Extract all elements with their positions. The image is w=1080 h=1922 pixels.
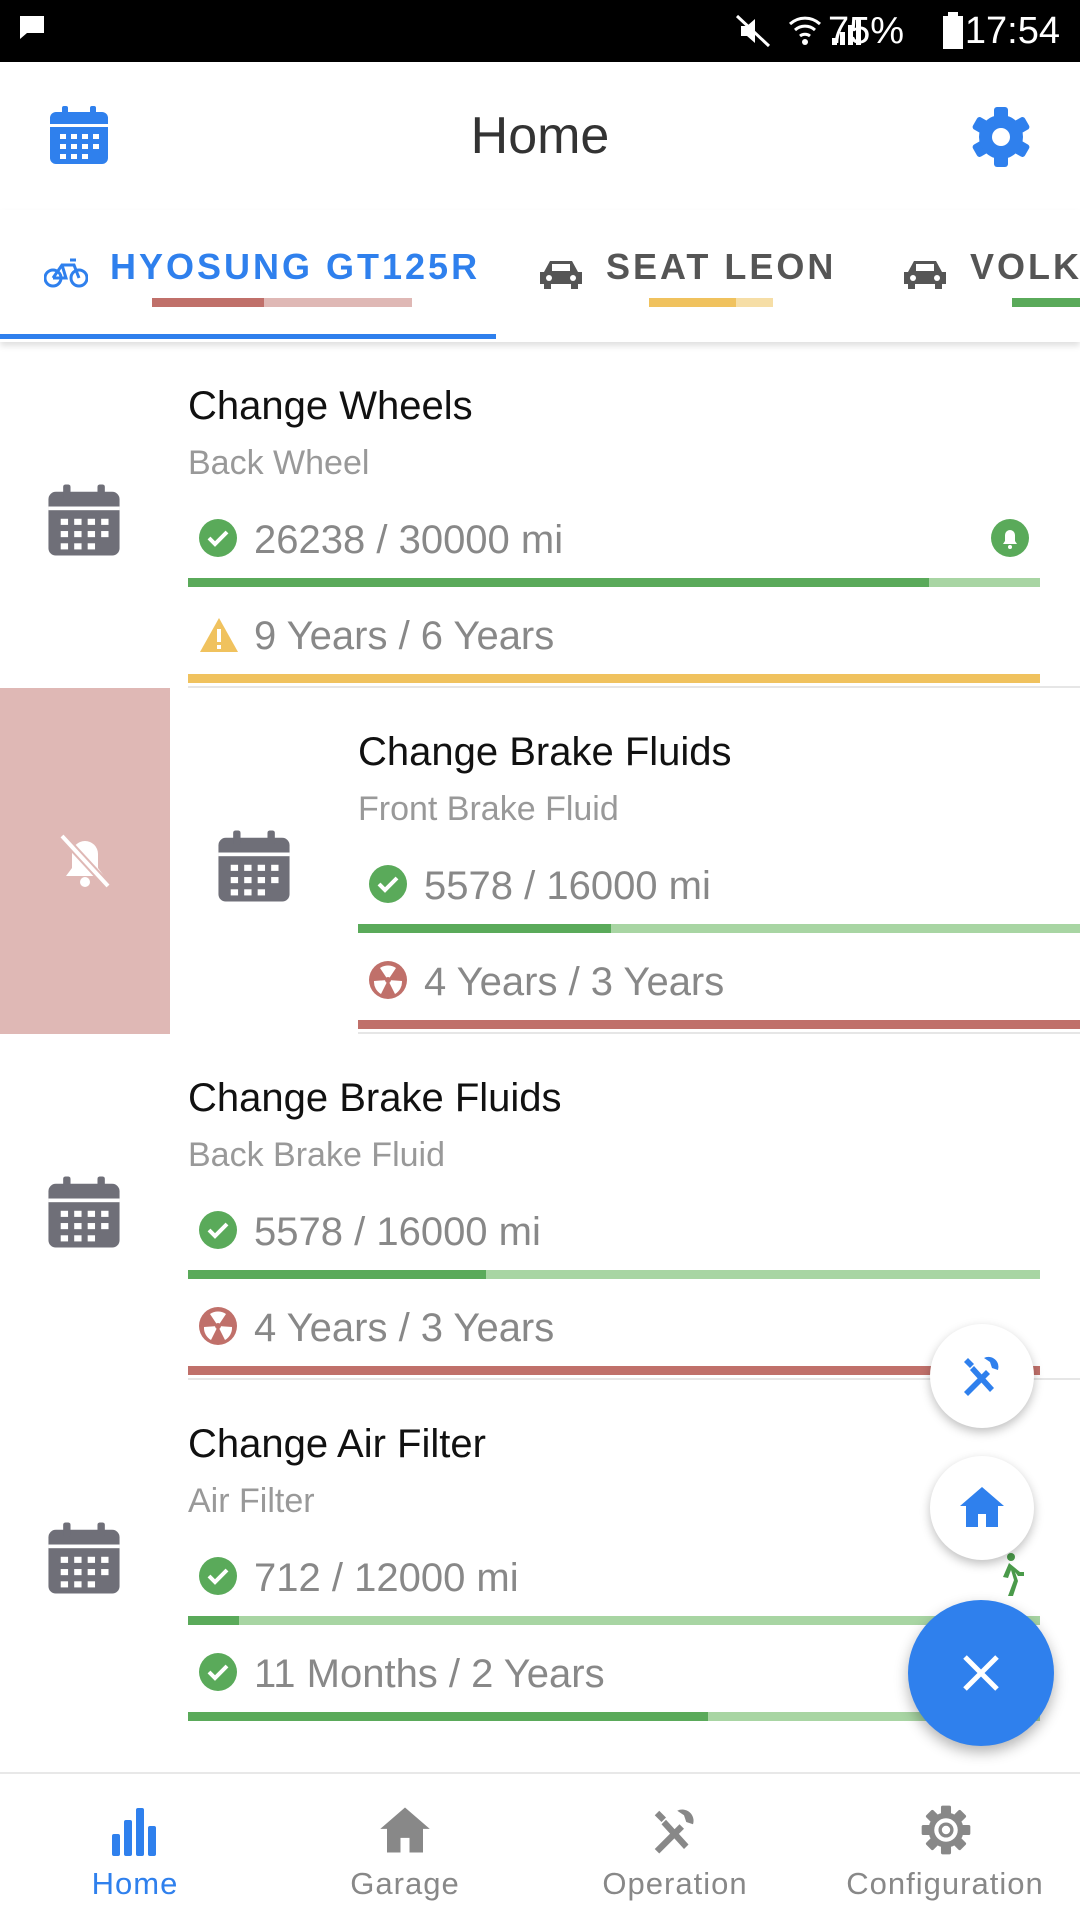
tab-label: HYOSUNG GT125R: [110, 246, 481, 287]
list-item[interactable]: Change Wheels Back Wheel 26238 / 30000 m…: [0, 342, 1080, 688]
nav-label: Operation: [602, 1866, 748, 1901]
nav-operation[interactable]: Operation: [540, 1774, 810, 1922]
time-progress-fill: [358, 1020, 1080, 1029]
check-circle-icon: [199, 1557, 237, 1595]
vehicle-tabs: HYOSUNG GT125R SEAT LEON VOLKS: [0, 210, 1080, 342]
app-header: Home: [0, 62, 1080, 210]
time-text: 11 Months / 2 Years: [254, 1652, 605, 1696]
gear-icon: [921, 1805, 971, 1855]
close-icon: [963, 1655, 999, 1691]
tab-hyosung[interactable]: HYOSUNG GT125R: [0, 210, 496, 342]
item-subtitle: Back Wheel: [188, 444, 370, 482]
bar-chart-icon: [112, 1808, 156, 1856]
car-icon: [904, 261, 946, 289]
clock: 17:54: [964, 10, 1060, 52]
mute-icon: [735, 14, 771, 48]
distance-progress-bar: [188, 1616, 1040, 1625]
nav-label: Garage: [350, 1866, 460, 1901]
tab-volks[interactable]: VOLKS: [856, 210, 1080, 342]
close-fab[interactable]: [908, 1600, 1054, 1746]
distance-progress-fill: [188, 1270, 487, 1279]
operation-fab[interactable]: [930, 1324, 1034, 1428]
wifi-icon: [788, 16, 822, 45]
list-item[interactable]: Change Brake Fluids Front Brake Fluid 55…: [170, 688, 1080, 1034]
distance-progress-fill: [188, 578, 930, 587]
list-item[interactable]: Change Brake Fluids Back Brake Fluid 557…: [0, 1034, 1080, 1380]
time-progress-bar: [188, 1712, 1040, 1721]
item-title: Change Wheels: [188, 384, 473, 428]
calendar-icon: [48, 484, 120, 556]
distance-text: 26238 / 30000 mi: [254, 518, 564, 562]
calendar-icon: [48, 1522, 120, 1594]
check-circle-icon: [199, 1211, 237, 1249]
bottom-navigation: Home Garage Operation Configuration: [0, 1772, 1080, 1922]
time-progress-bar: [358, 1020, 1080, 1029]
check-circle-icon: [199, 519, 237, 557]
item-title: Change Air Filter: [188, 1422, 486, 1466]
tools-icon: [654, 1809, 694, 1854]
time-text: 4 Years / 3 Years: [424, 960, 725, 1004]
battery-percent: 75%: [827, 10, 904, 52]
distance-progress-bar: [188, 578, 1040, 587]
time-text: 4 Years / 3 Years: [254, 1306, 555, 1350]
nav-garage[interactable]: Garage: [270, 1774, 540, 1922]
page-title: Home: [470, 107, 610, 165]
settings-gear-icon[interactable]: [970, 106, 1032, 168]
distance-progress-bar: [358, 924, 1080, 933]
garage-fab[interactable]: [930, 1456, 1034, 1560]
calendar-icon: [48, 1176, 120, 1248]
time-progress-bar: [188, 674, 1040, 683]
distance-progress-fill: [188, 1616, 240, 1625]
time-progress-fill: [188, 674, 1040, 683]
message-icon: [20, 16, 44, 39]
distance-progress-fill: [358, 924, 611, 933]
tab-indicator: [0, 334, 496, 339]
item-subtitle: Back Brake Fluid: [188, 1136, 445, 1174]
nav-configuration[interactable]: Configuration: [810, 1774, 1080, 1922]
distance-text: 712 / 12000 mi: [254, 1556, 519, 1600]
tab-seat-leon[interactable]: SEAT LEON: [496, 210, 856, 342]
bell-off-icon: [59, 833, 111, 889]
swipe-action-mute[interactable]: [0, 688, 170, 1034]
battery-icon: [943, 12, 963, 49]
tab-status-bar: [649, 298, 773, 307]
item-subtitle: Air Filter: [188, 1482, 315, 1520]
check-circle-icon: [199, 1653, 237, 1691]
walking-icon: [1003, 1553, 1024, 1596]
nav-home[interactable]: Home: [0, 1774, 270, 1922]
tab-label: VOLKS: [970, 246, 1080, 287]
warning-icon: [200, 618, 238, 652]
time-progress-bar: [188, 1366, 1040, 1375]
calendar-icon: [218, 830, 290, 902]
hazard-icon: [369, 961, 407, 999]
distance-progress-bar: [188, 1270, 1040, 1279]
bicycle-icon: [44, 258, 88, 288]
nav-label: Configuration: [846, 1866, 1044, 1901]
bell-icon[interactable]: [990, 518, 1030, 558]
car-icon: [540, 261, 582, 289]
time-progress-fill: [188, 1712, 708, 1721]
time-text: 9 Years / 6 Years: [254, 614, 555, 658]
tab-label: SEAT LEON: [606, 246, 837, 287]
nav-label: Home: [91, 1866, 179, 1901]
item-subtitle: Front Brake Fluid: [358, 790, 619, 828]
item-title: Change Brake Fluids: [358, 730, 732, 774]
status-bar: 75% 17:54: [0, 0, 1080, 62]
check-circle-icon: [369, 865, 407, 903]
house-icon: [960, 1487, 1004, 1527]
item-title: Change Brake Fluids: [188, 1076, 562, 1120]
house-icon: [380, 1807, 430, 1853]
distance-text: 5578 / 16000 mi: [424, 864, 711, 908]
tab-status-bar: [152, 298, 412, 307]
tab-status-bar: [1012, 298, 1080, 307]
tools-icon: [964, 1356, 999, 1396]
time-progress-fill: [188, 1366, 1040, 1375]
distance-text: 5578 / 16000 mi: [254, 1210, 541, 1254]
hazard-icon: [199, 1307, 237, 1345]
